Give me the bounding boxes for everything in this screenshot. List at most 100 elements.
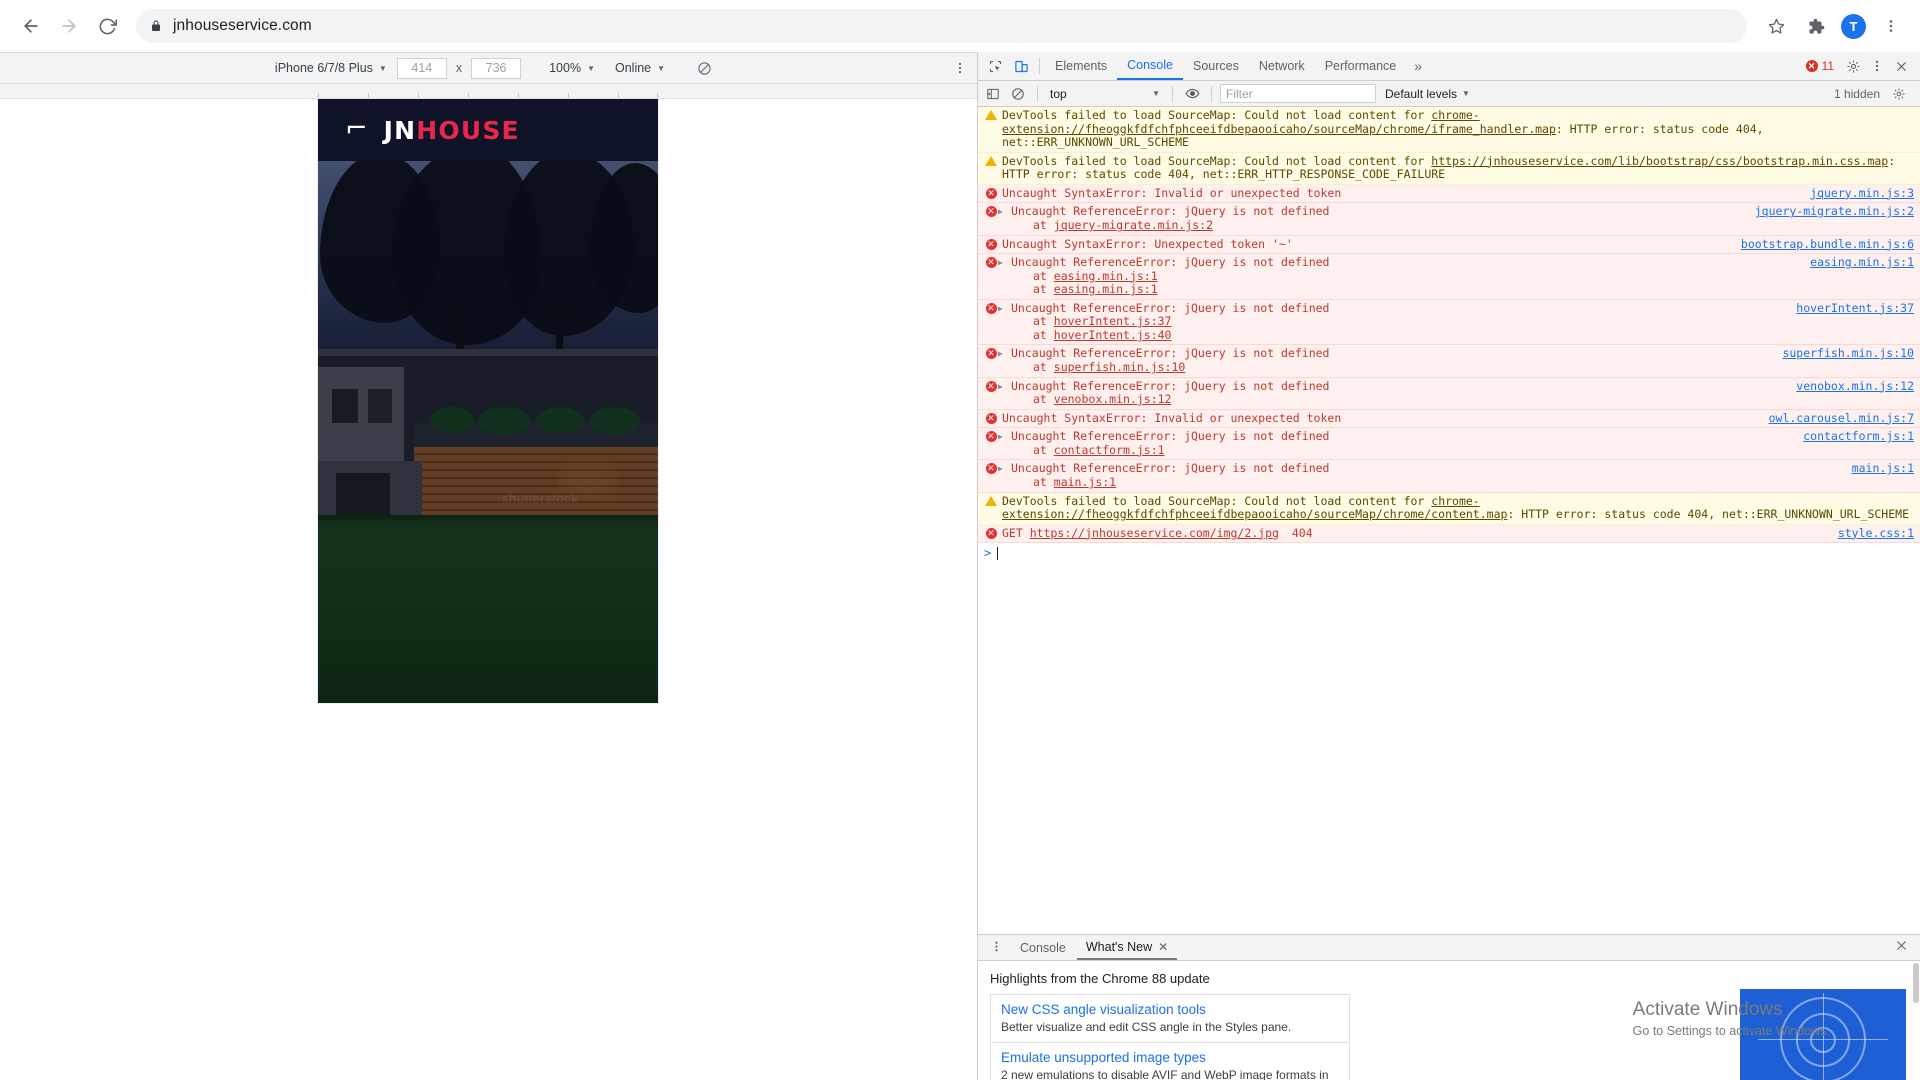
address-bar[interactable]: jnhouseservice.com bbox=[136, 9, 1747, 43]
console-origin-link[interactable]: bootstrap.bundle.min.js:6 bbox=[1731, 237, 1914, 252]
device-width-input[interactable]: 414 bbox=[396, 57, 447, 79]
console-error-message[interactable]: ✕ Uncaught SyntaxError: Invalid or unexpe… bbox=[978, 409, 1920, 429]
console-source-link[interactable]: https://jnhouseservice.com/img/2.jpg bbox=[1030, 526, 1279, 540]
stack-frame-link[interactable]: superfish.min.js:10 bbox=[1054, 360, 1186, 374]
expand-arrow-icon[interactable]: ▶ bbox=[998, 302, 1007, 343]
console-error-message[interactable]: ✕ ▶ Uncaught ReferenceError: jQuery is not… bbox=[978, 377, 1920, 410]
throttling-select[interactable]: Online ▼ bbox=[605, 57, 675, 79]
expand-arrow-icon[interactable]: ▶ bbox=[998, 462, 1007, 489]
warning-triangle-icon bbox=[985, 155, 997, 166]
console-error-message[interactable]: ✕ ▶ Uncaught ReferenceError: jQuery is not… bbox=[978, 345, 1920, 378]
puzzle-piece-icon[interactable] bbox=[1801, 11, 1831, 41]
whats-new-item-title[interactable]: Emulate unsupported image types bbox=[1001, 1050, 1339, 1065]
expand-arrow-icon[interactable]: ▶ bbox=[998, 347, 1007, 374]
stack-frame-link[interactable]: venobox.min.js:12 bbox=[1054, 392, 1172, 406]
expand-arrow-icon[interactable]: ▶ bbox=[998, 205, 1007, 232]
kebab-menu-icon[interactable] bbox=[1876, 11, 1906, 41]
filter-input[interactable]: Filter bbox=[1220, 84, 1376, 103]
log-levels-select[interactable]: Default levels ▼ bbox=[1379, 84, 1476, 103]
inspect-element-icon[interactable] bbox=[982, 54, 1008, 78]
console-error-message[interactable]: ✕ ▶ Uncaught ReferenceError: jQuery is not… bbox=[978, 203, 1920, 236]
whats-new-scrollbar[interactable] bbox=[1913, 963, 1919, 1003]
avatar[interactable]: T bbox=[1841, 13, 1866, 39]
expand-arrow-icon[interactable]: ▶ bbox=[998, 256, 1007, 297]
execution-context-select[interactable]: top ▼ bbox=[1046, 84, 1164, 103]
site-logo[interactable]: JNHOUSE bbox=[384, 116, 520, 145]
tab-performance[interactable]: Performance bbox=[1315, 52, 1407, 80]
console-origin-link[interactable]: hoverIntent.js:37 bbox=[1786, 301, 1914, 316]
stack-frame-link[interactable]: hoverIntent.js:40 bbox=[1054, 328, 1172, 342]
console-source-link[interactable]: chrome-extension://fheoggkfdfchfphceeifd… bbox=[1002, 494, 1507, 522]
device-height-input[interactable]: 736 bbox=[471, 57, 522, 79]
tab-sources[interactable]: Sources bbox=[1183, 52, 1249, 80]
error-count-badge[interactable]: ✕ 11 bbox=[1800, 56, 1840, 76]
expand-arrow-icon[interactable]: ▶ bbox=[998, 430, 1007, 457]
whats-new-item[interactable]: New CSS angle visualization tools Better… bbox=[990, 994, 1350, 1042]
console-error-message[interactable]: ✕ Uncaught SyntaxError: Unexpected token … bbox=[978, 235, 1920, 255]
console-prompt[interactable]: > bbox=[978, 543, 1920, 563]
console-origin-link[interactable]: venobox.min.js:12 bbox=[1786, 379, 1914, 394]
stack-frame-link[interactable]: hoverIntent.js:37 bbox=[1054, 314, 1172, 329]
stack-frame-link[interactable]: jquery-migrate.min.js:2 bbox=[1054, 218, 1213, 232]
tab-elements[interactable]: Elements bbox=[1045, 52, 1117, 80]
console-origin-link[interactable]: superfish.min.js:10 bbox=[1772, 347, 1914, 361]
stack-frame-link[interactable]: main.js:1 bbox=[1054, 475, 1116, 489]
console-settings-gear-icon[interactable] bbox=[1888, 84, 1910, 104]
console-origin-link[interactable]: style.css:1 bbox=[1828, 526, 1914, 541]
whats-new-item[interactable]: Emulate unsupported image types 2 new em… bbox=[990, 1042, 1350, 1080]
console-error-message[interactable]: ✕ ▶ Uncaught ReferenceError: jQuery is not… bbox=[978, 460, 1920, 493]
console-error-message[interactable]: ✕ ▶ Uncaught ReferenceError: jQuery is not… bbox=[978, 299, 1920, 346]
close-icon[interactable]: ✕ bbox=[1158, 940, 1168, 954]
rotate-device-icon[interactable] bbox=[697, 61, 712, 76]
drawer-tab-whats-new[interactable]: What's New ✕ bbox=[1076, 935, 1178, 960]
console-origin-link[interactable]: jquery.min.js:3 bbox=[1800, 186, 1914, 201]
expand-arrow-icon[interactable]: ▶ bbox=[998, 380, 1007, 407]
stack-frame-link[interactable]: easing.min.js:1 bbox=[1054, 269, 1158, 283]
clear-console-icon[interactable] bbox=[1007, 84, 1029, 104]
devtools-kebab-icon[interactable] bbox=[1866, 55, 1888, 77]
tab-network[interactable]: Network bbox=[1249, 52, 1315, 80]
console-error-message[interactable]: ✕ Uncaught SyntaxError: Invalid or unexpe… bbox=[978, 184, 1920, 204]
close-icon[interactable] bbox=[1890, 55, 1912, 77]
console-source-link[interactable]: https://jnhouseservice.com/lib/bootstrap… bbox=[1431, 154, 1888, 168]
bookmark-star-icon[interactable] bbox=[1761, 11, 1791, 41]
console-source-link[interactable]: chrome-extension://fheoggkfdfchfphceeifd… bbox=[1002, 108, 1556, 136]
console-origin-link[interactable]: jquery-migrate.min.js:2 bbox=[1745, 205, 1914, 219]
back-arrow-icon[interactable] bbox=[14, 9, 48, 43]
emulated-viewport[interactable]: ⌐ JNHOUSE shutterstock bbox=[318, 99, 658, 703]
drawer-kebab-icon[interactable] bbox=[984, 940, 1009, 956]
console-sidebar-icon[interactable] bbox=[982, 84, 1004, 104]
error-circle-icon: ✕ bbox=[985, 412, 997, 424]
gear-icon[interactable] bbox=[1842, 55, 1864, 77]
console-origin-link[interactable]: contactform.js:1 bbox=[1793, 430, 1914, 444]
console-error-message[interactable]: ✕ ▶ Uncaught ReferenceError: jQuery is not… bbox=[978, 254, 1920, 300]
stack-frame-link[interactable]: easing.min.js:1 bbox=[1054, 282, 1158, 296]
console-origin-link[interactable]: easing.min.js:1 bbox=[1800, 255, 1914, 270]
drawer-close-icon[interactable] bbox=[1895, 939, 1914, 956]
device-toolbar-kebab-icon[interactable] bbox=[953, 61, 967, 75]
zoom-select[interactable]: 100% ▼ bbox=[539, 57, 605, 79]
console-warning-message[interactable]: DevTools failed to load SourceMap: Could… bbox=[978, 492, 1920, 525]
drawer-tab-console[interactable]: Console bbox=[1011, 935, 1075, 960]
tab-console[interactable]: Console bbox=[1117, 52, 1183, 80]
console-message-list[interactable]: DevTools failed to load SourceMap: Could… bbox=[978, 107, 1920, 934]
stack-frame-link[interactable]: contactform.js:1 bbox=[1054, 443, 1165, 457]
console-error-message[interactable]: ✕ GET https://jnhouseservice.com/img/2.jp… bbox=[978, 524, 1920, 544]
device-select[interactable]: iPhone 6/7/8 Plus ▼ bbox=[265, 57, 397, 79]
chevron-double-right-icon[interactable]: » bbox=[1406, 58, 1430, 74]
hidden-count-text[interactable]: 1 hidden bbox=[1834, 87, 1880, 101]
forward-arrow-icon[interactable] bbox=[52, 9, 86, 43]
console-origin-link[interactable]: owl.carousel.min.js:7 bbox=[1759, 411, 1914, 426]
live-expression-eye-icon[interactable] bbox=[1181, 84, 1203, 104]
device-select-label: iPhone 6/7/8 Plus bbox=[274, 61, 373, 75]
whats-new-panel[interactable]: Highlights from the Chrome 88 update New… bbox=[978, 961, 1920, 1080]
console-warning-message[interactable]: DevTools failed to load SourceMap: Could… bbox=[978, 107, 1920, 153]
console-error-message[interactable]: ✕ ▶ Uncaught ReferenceError: jQuery is not… bbox=[978, 428, 1920, 461]
logo-mark-icon: ⌐ bbox=[345, 112, 368, 144]
device-toolbar-icon[interactable] bbox=[1008, 54, 1034, 78]
console-origin-link[interactable]: main.js:1 bbox=[1842, 462, 1914, 476]
reload-icon[interactable] bbox=[90, 9, 124, 43]
console-warning-message[interactable]: DevTools failed to load SourceMap: Could… bbox=[978, 152, 1920, 185]
whats-new-item-title[interactable]: New CSS angle visualization tools bbox=[1001, 1002, 1339, 1017]
whats-new-media-thumbnail[interactable] bbox=[1740, 989, 1906, 1080]
